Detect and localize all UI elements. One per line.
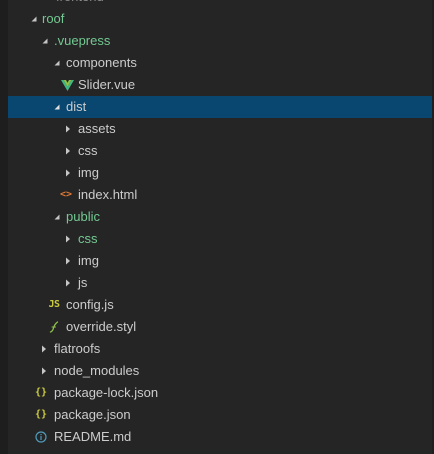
tree-row-label: css xyxy=(78,143,98,158)
tree-row-label: css xyxy=(78,231,98,246)
tree-row-label: override.styl xyxy=(66,319,137,334)
tree-file-config-js[interactable]: JS config.js xyxy=(8,294,434,316)
tree-row-label: roof xyxy=(42,11,65,26)
tree-folder-img[interactable]: img xyxy=(8,162,434,184)
stylus-icon xyxy=(47,316,61,338)
tree-folder-roof[interactable]: roof xyxy=(8,8,434,30)
tree-row-label: config.js xyxy=(66,297,114,312)
chevron-right-icon[interactable] xyxy=(38,338,50,360)
chevron-right-icon[interactable] xyxy=(62,250,74,272)
tree-row-label: img xyxy=(78,165,99,180)
tree-folder-dist[interactable]: dist xyxy=(8,96,434,118)
tree-row-label: README.md xyxy=(54,429,132,444)
file-explorer: frontend roof .vuepress components Slide… xyxy=(0,0,434,454)
chevron-down-icon[interactable] xyxy=(39,30,51,52)
tree-row-label: package.json xyxy=(54,407,131,422)
chevron-right-icon[interactable] xyxy=(62,228,74,250)
tree-folder-public-img[interactable]: img xyxy=(8,250,434,272)
json-icon: {} xyxy=(34,387,48,398)
tree-folder-assets[interactable]: assets xyxy=(8,118,434,140)
tree-row-label: package-lock.json xyxy=(54,385,159,400)
tree-folder-public[interactable]: public xyxy=(8,206,434,228)
js-icon: JS xyxy=(48,299,60,310)
chevron-down-icon[interactable] xyxy=(51,52,63,74)
tree-row-label: .vuepress xyxy=(54,33,111,48)
tree-file-slider-vue[interactable]: Slider.vue xyxy=(8,74,434,96)
tree-row-label: frontend xyxy=(56,0,104,8)
vue-icon xyxy=(60,74,74,96)
tree-row-label: js xyxy=(78,275,88,290)
tree-folder-flatroofs[interactable]: flatroofs xyxy=(8,338,434,360)
tree-row-label: public xyxy=(66,209,100,224)
chevron-right-icon[interactable] xyxy=(62,162,74,184)
tree-row-label: flatroofs xyxy=(54,341,101,356)
tree-folder-css[interactable]: css xyxy=(8,140,434,162)
tree-folder-public-css[interactable]: css xyxy=(8,228,434,250)
tree-folder-vuepress[interactable]: .vuepress xyxy=(8,30,434,52)
chevron-right-icon[interactable] xyxy=(62,118,74,140)
tree-file-override-styl[interactable]: override.styl xyxy=(8,316,434,338)
tree-row-label: node_modules xyxy=(54,363,140,378)
tree-folder-components[interactable]: components xyxy=(8,52,434,74)
html-icon: <> xyxy=(59,189,73,200)
tree-file-package-json[interactable]: {} package.json xyxy=(8,404,434,426)
tree-row-partial-top[interactable]: frontend xyxy=(8,0,434,8)
tree-file-readme-md[interactable]: README.md xyxy=(8,426,434,448)
json-icon: {} xyxy=(34,409,48,420)
chevron-down-icon[interactable] xyxy=(51,96,63,118)
tree-file-index-html[interactable]: <> index.html xyxy=(8,184,434,206)
tree-row-label: Slider.vue xyxy=(78,77,136,92)
chevron-right-icon[interactable] xyxy=(38,360,50,382)
info-icon xyxy=(34,426,48,448)
tree-file-package-lock-json[interactable]: {} package-lock.json xyxy=(8,382,434,404)
tree-row-label: index.html xyxy=(78,187,138,202)
chevron-down-icon[interactable] xyxy=(51,206,63,228)
tree-row-label: assets xyxy=(78,121,116,136)
chevron-right-icon[interactable] xyxy=(62,272,74,294)
tree-folder-node-modules[interactable]: node_modules xyxy=(8,360,434,382)
tree-row-label: dist xyxy=(66,99,87,114)
tree-row-label: components xyxy=(66,55,137,70)
chevron-right-icon[interactable] xyxy=(62,140,74,162)
tree-row-label: img xyxy=(78,253,99,268)
tree-folder-public-js[interactable]: js xyxy=(8,272,434,294)
chevron-down-icon[interactable] xyxy=(28,8,40,30)
activity-bar-edge xyxy=(0,0,8,454)
